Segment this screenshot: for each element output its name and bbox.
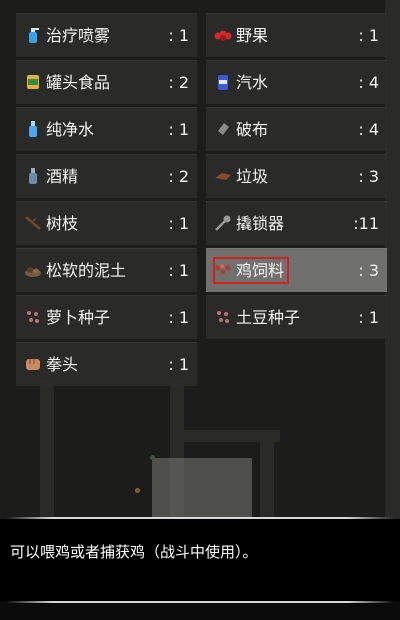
item-quantity: : 2 [168, 73, 189, 92]
berries-icon [214, 26, 232, 44]
item-name: 垃圾 [236, 167, 269, 186]
inventory-slot[interactable]: 拳头 : 1 [16, 342, 197, 386]
soil-icon [24, 261, 42, 279]
item-name: 野果 [236, 26, 269, 45]
inventory-slot[interactable]: 汽水 : 4 [206, 60, 387, 104]
inventory-slot[interactable]: 野果 : 1 [206, 13, 387, 57]
inventory-slot[interactable]: 树枝 : 1 [16, 201, 197, 245]
item-quantity: : 4 [358, 120, 379, 139]
item-name: 罐头食品 [46, 73, 111, 92]
item-name: 纯净水 [46, 120, 95, 139]
item-quantity: : 1 [358, 308, 379, 327]
item-quantity: : 1 [168, 308, 189, 327]
branch-icon [24, 214, 42, 232]
selection-highlight-box [213, 257, 289, 284]
inventory-slot[interactable]: 鸡饲料: 3 [206, 248, 387, 292]
item-quantity: : 1 [168, 261, 189, 280]
item-name: 治疗喷雾 [46, 26, 111, 45]
inventory-slot[interactable]: 酒精 : 2 [16, 154, 197, 198]
item-quantity: : 2 [168, 167, 189, 186]
item-name: 拳头 [46, 355, 79, 374]
water-bottle-icon [24, 120, 42, 138]
alcohol-bottle-icon [24, 167, 42, 185]
trash-icon [214, 167, 232, 185]
item-quantity: : 3 [358, 261, 379, 280]
inventory-slot[interactable]: 纯净水 : 1 [16, 107, 197, 151]
inventory-slot[interactable]: 垃圾 : 3 [206, 154, 387, 198]
inventory-slot[interactable]: 松软的泥土 : 1 [16, 248, 197, 292]
item-quantity: : 3 [358, 167, 379, 186]
inventory-slot[interactable]: 罐头食品 : 2 [16, 60, 197, 104]
spray-icon [24, 26, 42, 44]
item-name: 松软的泥土 [46, 261, 127, 280]
item-description: 可以喂鸡或者捕获鸡（战斗中使用）。 [10, 543, 258, 561]
item-quantity: : 4 [358, 73, 379, 92]
item-quantity: :11 [353, 214, 379, 233]
item-quantity: : 1 [358, 26, 379, 45]
item-quantity: : 1 [168, 26, 189, 45]
item-name: 树枝 [46, 214, 79, 233]
inventory-slot[interactable]: 治疗喷雾 : 1 [16, 13, 197, 57]
description-divider-top [6, 517, 394, 519]
description-divider-bottom [6, 601, 394, 603]
rag-icon [214, 120, 232, 138]
seeds-icon [214, 308, 232, 326]
item-name: 破布 [236, 120, 269, 139]
inventory-slot[interactable]: 萝卜种子 : 1 [16, 295, 197, 339]
item-quantity: : 1 [168, 120, 189, 139]
fist-icon [24, 355, 42, 373]
item-name: 酒精 [46, 167, 79, 186]
canned-food-icon [24, 73, 42, 91]
soda-can-icon [214, 73, 232, 91]
item-name: 汽水 [236, 73, 269, 92]
item-quantity: : 1 [168, 214, 189, 233]
inventory-slot[interactable]: 土豆种子 : 1 [206, 295, 387, 339]
item-name: 撬锁器 [236, 214, 285, 233]
inventory-slot[interactable]: 破布 : 4 [206, 107, 387, 151]
seeds-icon [24, 308, 42, 326]
lockpick-icon [214, 214, 232, 232]
inventory-slot[interactable]: 撬锁器 :11 [206, 201, 387, 245]
item-name: 土豆种子 [236, 308, 301, 327]
item-name: 萝卜种子 [46, 308, 111, 327]
item-quantity: : 1 [168, 355, 189, 374]
